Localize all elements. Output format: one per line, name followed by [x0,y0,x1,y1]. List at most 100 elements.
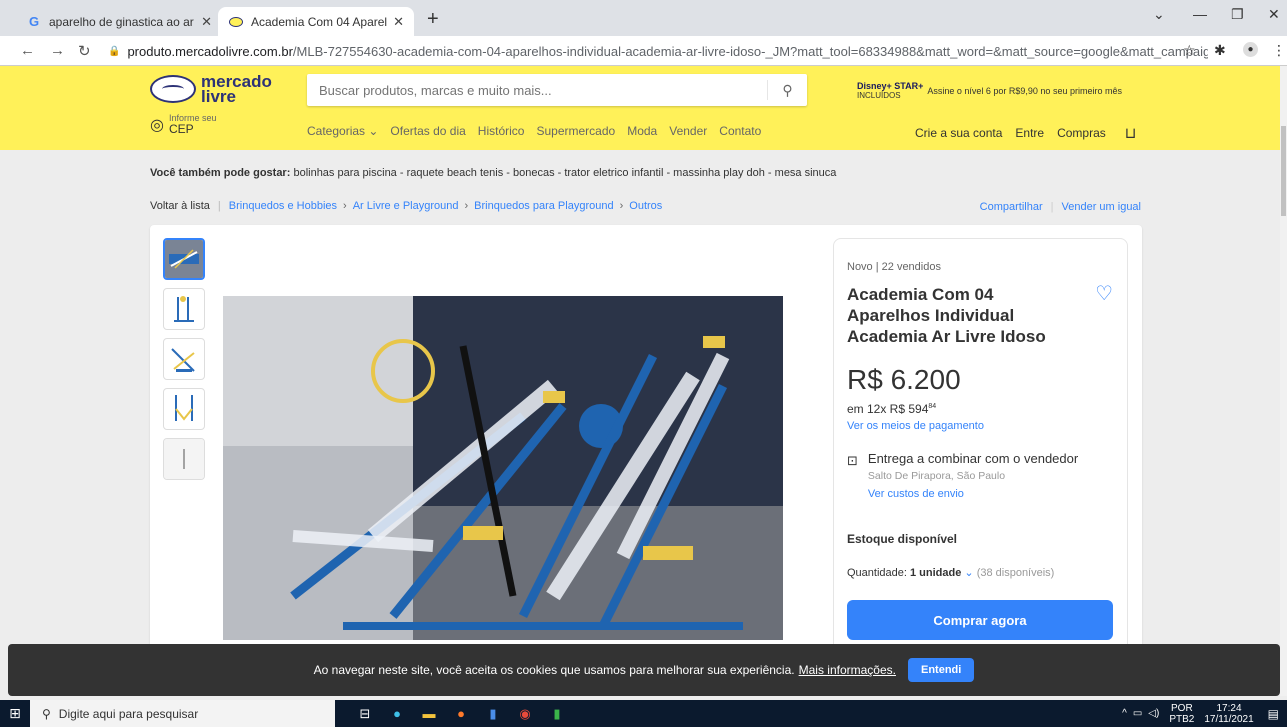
login-link[interactable]: Entre [1015,126,1044,140]
page-scrollbar[interactable] [1280,66,1287,696]
thumbnail-2[interactable] [163,288,205,330]
windows-taskbar: ⊞ ⚲ Digite aqui para pesquisar ⊟ ● ▬ ● ▮… [0,700,1287,727]
quantity-selector[interactable]: Quantidade: 1 unidade ⌄ (38 disponíveis) [847,566,1054,579]
tray-expand-icon[interactable]: ^ [1122,708,1127,719]
system-tray: ^ ▭ ◁) POR PTB2 17:24 17/11/2021 ▤ [1122,700,1287,727]
close-tab-icon[interactable]: ✕ [393,14,404,30]
nav-contato[interactable]: Contato [719,124,761,138]
network-icon[interactable]: ▭ [1133,708,1142,719]
map-icon: ⊡ [847,453,858,468]
quantity-value: 1 unidade [910,567,962,579]
language-indicator[interactable]: POR PTB2 [1169,703,1194,725]
cookie-accept-button[interactable]: Entendi [907,658,975,682]
taskbar-search[interactable]: ⚲ Digite aqui para pesquisar [30,700,335,727]
thumbnail-3[interactable] [163,338,205,380]
nav-moda[interactable]: Moda [627,124,657,138]
promo-sub: INCLUÍDOS [857,91,901,100]
close-window-icon[interactable]: ✕ [1268,6,1280,23]
category-nav: Categorias ⌄ Ofertas do dia Histórico Su… [307,124,761,138]
payment-methods-link[interactable]: Ver os meios de pagamento [847,420,984,432]
create-account-link[interactable]: Crie a sua conta [915,126,1002,140]
spreadsheet-app-icon[interactable]: ▮ [541,700,573,727]
cookie-text: Ao navegar neste site, você aceita os co… [313,663,795,677]
document-app-icon[interactable]: ▮ [477,700,509,727]
browser-tab-google[interactable]: G aparelho de ginastica ao ar livre ✕ [16,7,222,36]
nav-categorias[interactable]: Categorias ⌄ [307,124,378,138]
breadcrumb-item[interactable]: Outros [629,200,662,212]
nav-ofertas[interactable]: Ofertas do dia [390,124,465,138]
chrome-icon[interactable]: ◉ [509,700,541,727]
tab-search-icon[interactable]: ⌄ [1153,6,1165,23]
suggestions-label: Você também pode gostar: [150,167,291,179]
chevron-right-icon: › [343,200,347,212]
file-explorer-icon[interactable]: ▬ [413,700,445,727]
search-bar[interactable]: ⚲ [307,74,807,106]
back-arrow-icon[interactable]: ← [20,42,35,59]
buy-now-button[interactable]: Comprar agora [847,600,1113,640]
clock[interactable]: 17:24 17/11/2021 [1204,703,1253,725]
back-to-list-link[interactable]: Voltar à lista [150,200,210,212]
product-title: Academia Com 04 Aparelhos Individual Aca… [847,285,1046,346]
suggestions-list[interactable]: bolinhas para piscina - raquete beach te… [293,167,836,179]
url-domain: produto.mercadolivre.com.br [127,43,293,59]
task-view-icon[interactable]: ⊟ [349,700,381,727]
browser-tab-product[interactable]: Academia Com 04 Aparelhos Ind ✕ [218,7,414,36]
bookmark-star-icon[interactable]: ☆ [1183,42,1196,59]
notifications-icon[interactable]: ▤ [1268,707,1279,721]
promo-text: Assine o nível 6 por R$9,90 no seu prime… [927,85,1122,96]
suggestions-bar: Você também pode gostar: bolinhas para p… [150,167,836,179]
cookie-more-info-link[interactable]: Mais informações. [799,663,896,677]
share-link[interactable]: Compartilhar [980,201,1043,213]
mercadolivre-logo[interactable]: mercado livre [150,73,272,106]
cep-selector[interactable]: ◎ Informe seu CEP [150,114,217,136]
search-icon: ⚲ [42,706,51,721]
handshake-icon [150,75,196,103]
thumbnail-5[interactable] [163,438,205,480]
product-main-image[interactable] [223,296,783,640]
thumbnail-1[interactable] [163,238,205,280]
cep-value: CEP [168,122,194,136]
product-card: Novo | 22 vendidos Academia Com 04 Apare… [150,225,1142,685]
maximize-icon[interactable]: ❐ [1231,6,1244,23]
disney-star-promo[interactable]: Disney+ STAR+ INCLUÍDOS Assine o nível 6… [857,81,1122,100]
cart-icon[interactable]: ⊔ [1125,124,1137,142]
purchases-link[interactable]: Compras [1057,126,1106,140]
nav-historico[interactable]: Histórico [478,124,525,138]
site-header: mercado livre ⚲ Disney+ STAR+ INCLUÍDOS … [0,66,1280,150]
new-tab-button[interactable]: + [427,8,439,31]
shipping-costs-link[interactable]: Ver custos de envio [868,488,1078,500]
shipping-info: ⊡ Entrega a combinar com o vendedor Salt… [847,451,1078,500]
favorite-heart-icon[interactable]: ♡ [1095,281,1113,306]
chevron-down-icon: ⌄ [964,567,974,579]
minimize-icon[interactable]: — [1193,6,1207,22]
firefox-icon[interactable]: ● [445,700,477,727]
windows-start-icon[interactable]: ⊞ [0,705,30,722]
thumbnail-4[interactable] [163,388,205,430]
browser-tab-strip: G aparelho de ginastica ao ar livre ✕ Ac… [0,0,1287,36]
edge-icon[interactable]: ● [381,700,413,727]
buy-box: Novo | 22 vendidos Academia Com 04 Apare… [833,238,1128,668]
breadcrumb-item[interactable]: Brinquedos para Playground [474,200,613,212]
tab-title: aparelho de ginastica ao ar livre [49,14,195,29]
reload-icon[interactable]: ↻ [78,42,91,60]
forward-arrow-icon[interactable]: → [50,42,65,59]
nav-supermercado[interactable]: Supermercado [536,124,615,138]
menu-dots-icon[interactable]: ⋮ [1272,42,1286,59]
extensions-puzzle-icon[interactable]: ✱ [1214,42,1226,59]
breadcrumb-item[interactable]: Brinquedos e Hobbies [229,200,337,212]
search-input[interactable] [307,82,767,98]
stock-heading: Estoque disponível [847,532,958,546]
share-actions: Compartilhar | Vender um igual [979,201,1142,213]
nav-vender[interactable]: Vender [669,124,707,138]
profile-icon[interactable]: ● [1243,42,1258,57]
sell-similar-link[interactable]: Vender um igual [1062,201,1142,213]
chevron-right-icon: › [464,200,469,212]
close-tab-icon[interactable]: ✕ [201,14,212,30]
breadcrumb: Voltar à lista | Brinquedos e Hobbies › … [150,200,663,212]
volume-icon[interactable]: ◁) [1148,708,1159,719]
address-bar[interactable]: 🔒 produto.mercadolivre.com.br/MLB-727554… [108,39,1208,63]
breadcrumb-item[interactable]: Ar Livre e Playground [353,200,459,212]
logo-text-2: livre [201,87,236,106]
search-icon[interactable]: ⚲ [767,80,807,100]
lock-icon: 🔒 [108,45,121,57]
